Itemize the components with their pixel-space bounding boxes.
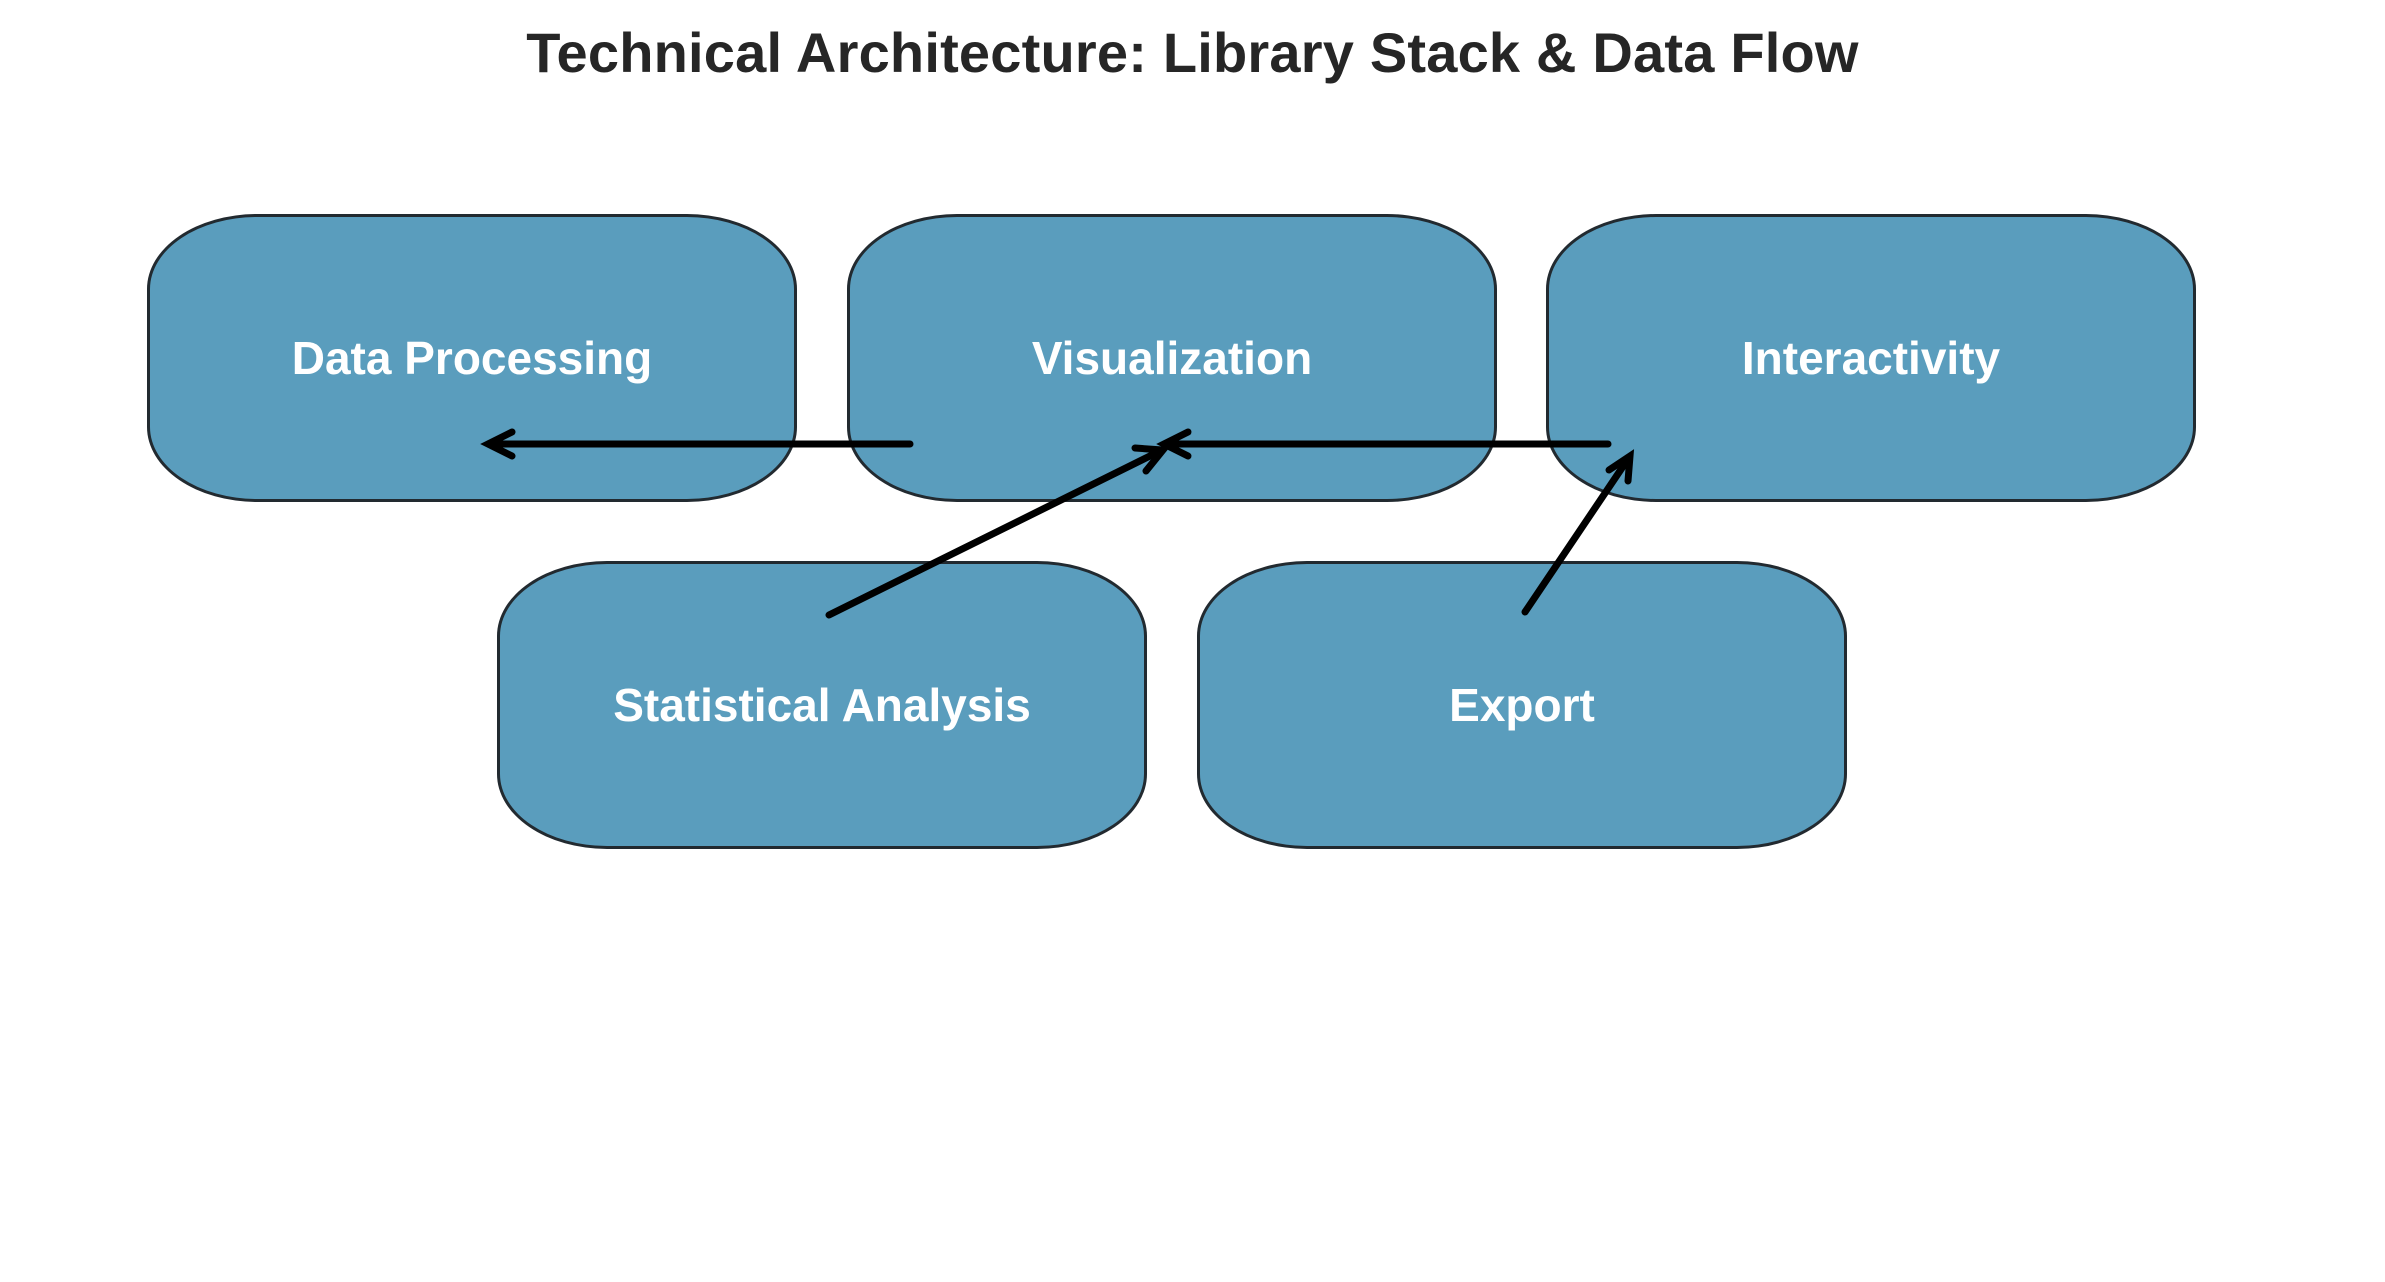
diagram-title: Technical Architecture: Library Stack & …	[526, 21, 1859, 84]
node-visualization: Visualization	[847, 214, 1497, 502]
node-statistical-analysis: Statistical Analysis	[497, 561, 1147, 849]
node-data-processing: Data Processing	[147, 214, 797, 502]
node-label-interactivity: Interactivity	[1741, 332, 2001, 384]
node-label-statistical-analysis: Statistical Analysis	[613, 679, 1031, 731]
node-interactivity: Interactivity	[1546, 214, 2196, 502]
node-label-export: Export	[1449, 679, 1595, 731]
node-label-visualization: Visualization	[1031, 332, 1313, 384]
node-export: Export	[1197, 561, 1847, 849]
node-label-data-processing: Data Processing	[291, 332, 653, 384]
flow-arrows	[480, 428, 1635, 619]
